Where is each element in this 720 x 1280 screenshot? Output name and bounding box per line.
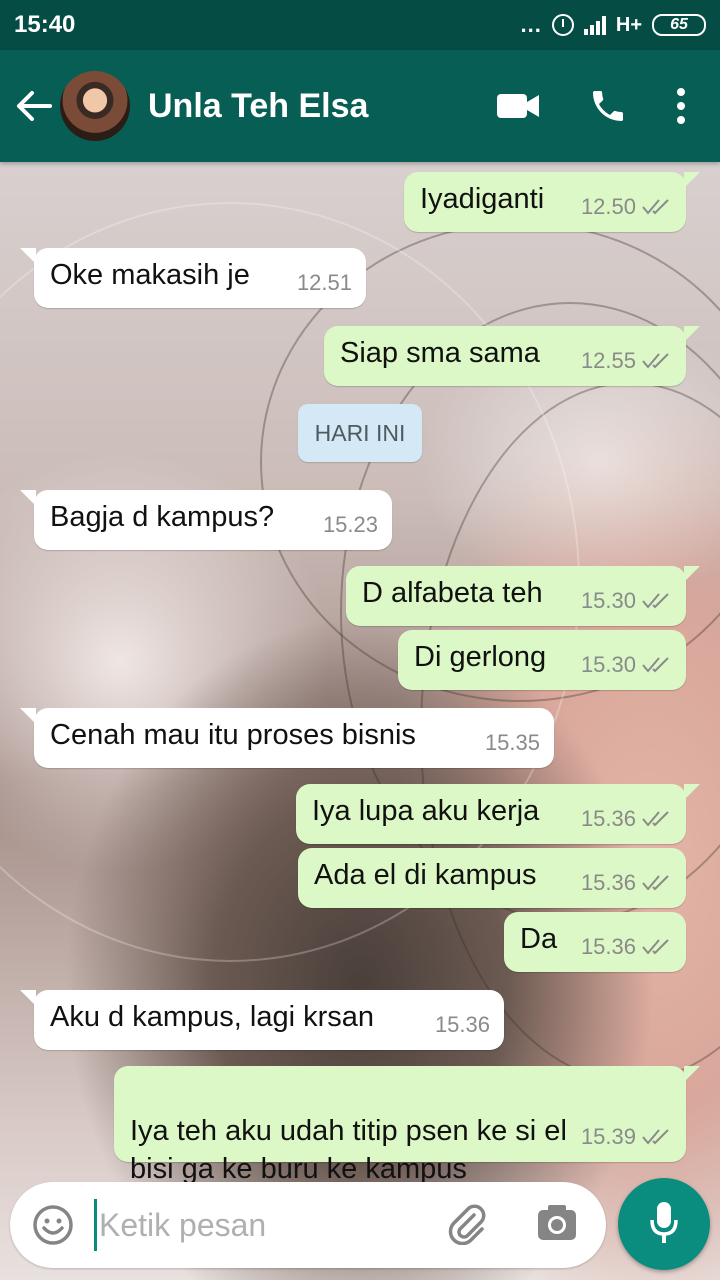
message-time: 15.23 — [322, 512, 378, 537]
emoji-icon[interactable] — [32, 1204, 74, 1246]
message-text: Ada el di kampus — [314, 859, 537, 891]
header-actions — [496, 86, 720, 126]
text-cursor — [94, 1199, 97, 1251]
message-time: 15.30 — [580, 652, 636, 677]
message-time: 15.36 — [580, 934, 636, 959]
double-tick-icon — [642, 656, 672, 674]
double-tick-icon — [642, 810, 672, 828]
message-text: Cenah mau itu proses bisnis — [50, 719, 416, 751]
message-text: Da — [520, 923, 558, 955]
message-text: Bagja d kampus? — [50, 501, 275, 533]
message-bubble-out[interactable]: D alfabeta teh 15.30 — [346, 566, 700, 626]
battery-level: 65 — [670, 16, 688, 33]
message-text: Iyadiganti — [420, 183, 545, 215]
message-time: 12.51 — [296, 270, 352, 295]
camera-icon[interactable] — [536, 1204, 578, 1247]
message-time: 15.36 — [434, 1012, 490, 1037]
double-tick-icon — [642, 592, 672, 610]
message-time: 12.55 — [580, 348, 636, 373]
chat-header: Unla Teh Elsa — [0, 50, 720, 162]
message-time: 12.50 — [580, 194, 636, 219]
status-time: 15:40 — [14, 11, 76, 38]
alarm-icon — [551, 14, 574, 36]
message-text: D alfabeta teh — [362, 577, 543, 609]
message-input[interactable]: Ketik pesan — [99, 1207, 266, 1244]
message-bubble-out[interactable]: Da 15.36 — [504, 912, 686, 972]
back-arrow-icon[interactable] — [12, 84, 56, 128]
message-bubble-out[interactable]: Iya lupa aku kerja 15.36 — [296, 784, 700, 844]
more-vert-icon[interactable] — [676, 88, 686, 124]
message-bubble-in[interactable]: Bagja d kampus? 15.23 — [20, 490, 392, 550]
day-divider: HARI INI — [298, 404, 422, 462]
message-bubble-out[interactable]: Iya teh aku udah titip psen ke si el bis… — [114, 1066, 700, 1185]
composer-actions — [444, 1201, 584, 1250]
double-tick-icon — [642, 1128, 672, 1146]
video-call-icon[interactable] — [496, 92, 540, 120]
message-bubble-out[interactable]: Ada el di kampus 15.36 — [298, 848, 686, 908]
attach-icon[interactable] — [444, 1201, 488, 1250]
message-text: Siap sma sama — [340, 337, 540, 369]
notification-dots: ... — [520, 12, 542, 37]
message-bubble-out[interactable]: Iyadiganti 12.50 — [404, 172, 700, 232]
status-bar: 15:40 ... H+ 65 — [0, 0, 720, 50]
message-bubble-out[interactable]: Siap sma sama 12.55 — [324, 326, 700, 386]
message-composer[interactable]: Ketik pesan — [10, 1182, 606, 1268]
message-time: 15.36 — [580, 806, 636, 831]
message-bubble-in[interactable]: Oke makasih je 12.51 — [20, 248, 366, 308]
double-tick-icon — [642, 938, 672, 956]
message-text: Iya lupa aku kerja — [312, 795, 540, 827]
network-type: H+ — [615, 13, 642, 36]
message-text: Aku d kampus, lagi krsan — [50, 1001, 374, 1033]
message-text: Di gerlong — [414, 641, 547, 673]
avatar[interactable] — [60, 71, 130, 141]
battery-icon: 65 — [652, 14, 706, 36]
mic-icon — [649, 1200, 679, 1249]
message-time: 15.30 — [580, 588, 636, 613]
message-time: 15.35 — [484, 730, 540, 755]
message-text: Oke makasih je — [50, 259, 250, 291]
message-bubble-in[interactable]: Cenah mau itu proses bisnis 15.35 — [20, 708, 554, 768]
double-tick-icon — [642, 874, 672, 892]
status-icons: ... H+ 65 — [521, 12, 706, 38]
double-tick-icon — [642, 352, 672, 370]
signal-icon — [583, 15, 606, 35]
double-tick-icon — [642, 198, 672, 216]
message-list: Iyadiganti 12.50 Oke makasih je 12.51 Si… — [0, 162, 720, 1185]
contact-name[interactable]: Unla Teh Elsa — [148, 87, 368, 126]
message-text: Iya teh aku udah titip psen ke si el bis… — [130, 1115, 567, 1185]
phone-icon[interactable] — [588, 86, 628, 126]
mic-button[interactable] — [618, 1178, 710, 1270]
message-bubble-in[interactable]: Aku d kampus, lagi krsan 15.36 — [20, 990, 504, 1050]
message-time: 15.36 — [580, 870, 636, 895]
message-bubble-out[interactable]: Di gerlong 15.30 — [398, 630, 686, 690]
message-time: 15.39 — [580, 1124, 636, 1149]
